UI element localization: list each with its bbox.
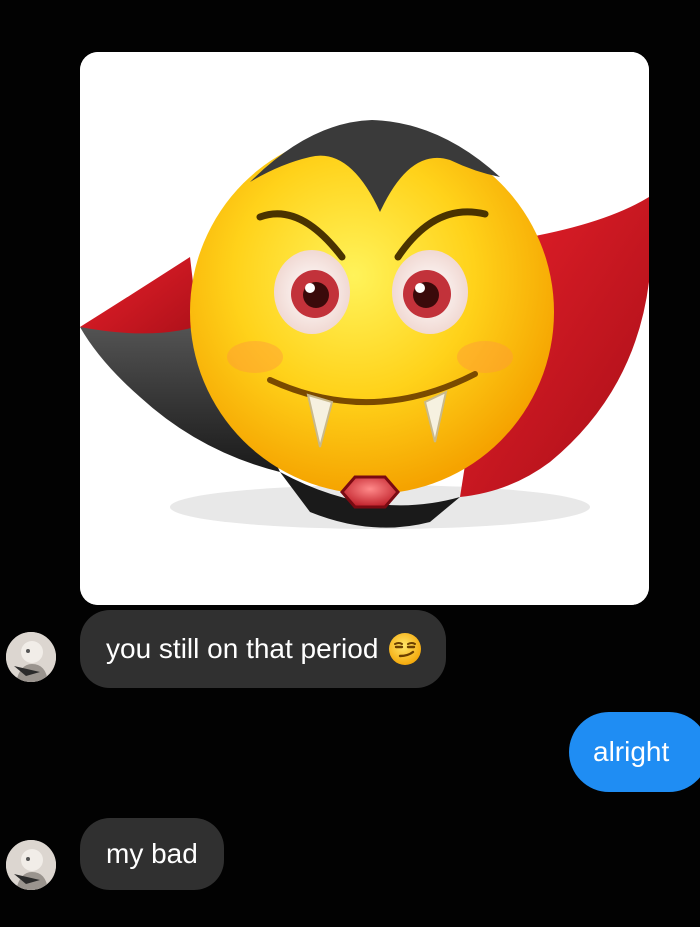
message-bubble-incoming[interactable]: you still on that period: [80, 610, 447, 688]
image-message[interactable]: [80, 52, 649, 605]
profile-photo-icon: [6, 840, 56, 890]
avatar[interactable]: [6, 632, 56, 682]
message-bubble-incoming[interactable]: my bad: [80, 818, 224, 890]
message-text: my bad: [106, 838, 198, 869]
message-text: you still on that period: [106, 633, 379, 664]
chat-screen: you still on that period alright my bad: [0, 0, 700, 927]
avatar[interactable]: [6, 840, 56, 890]
vampire-emoji-image: [80, 52, 649, 605]
message-text: alright: [593, 736, 670, 767]
message-bubble-outgoing[interactable]: alright: [569, 712, 700, 792]
smirking-face-emoji-icon: [388, 632, 422, 666]
profile-photo-icon: [6, 632, 56, 682]
